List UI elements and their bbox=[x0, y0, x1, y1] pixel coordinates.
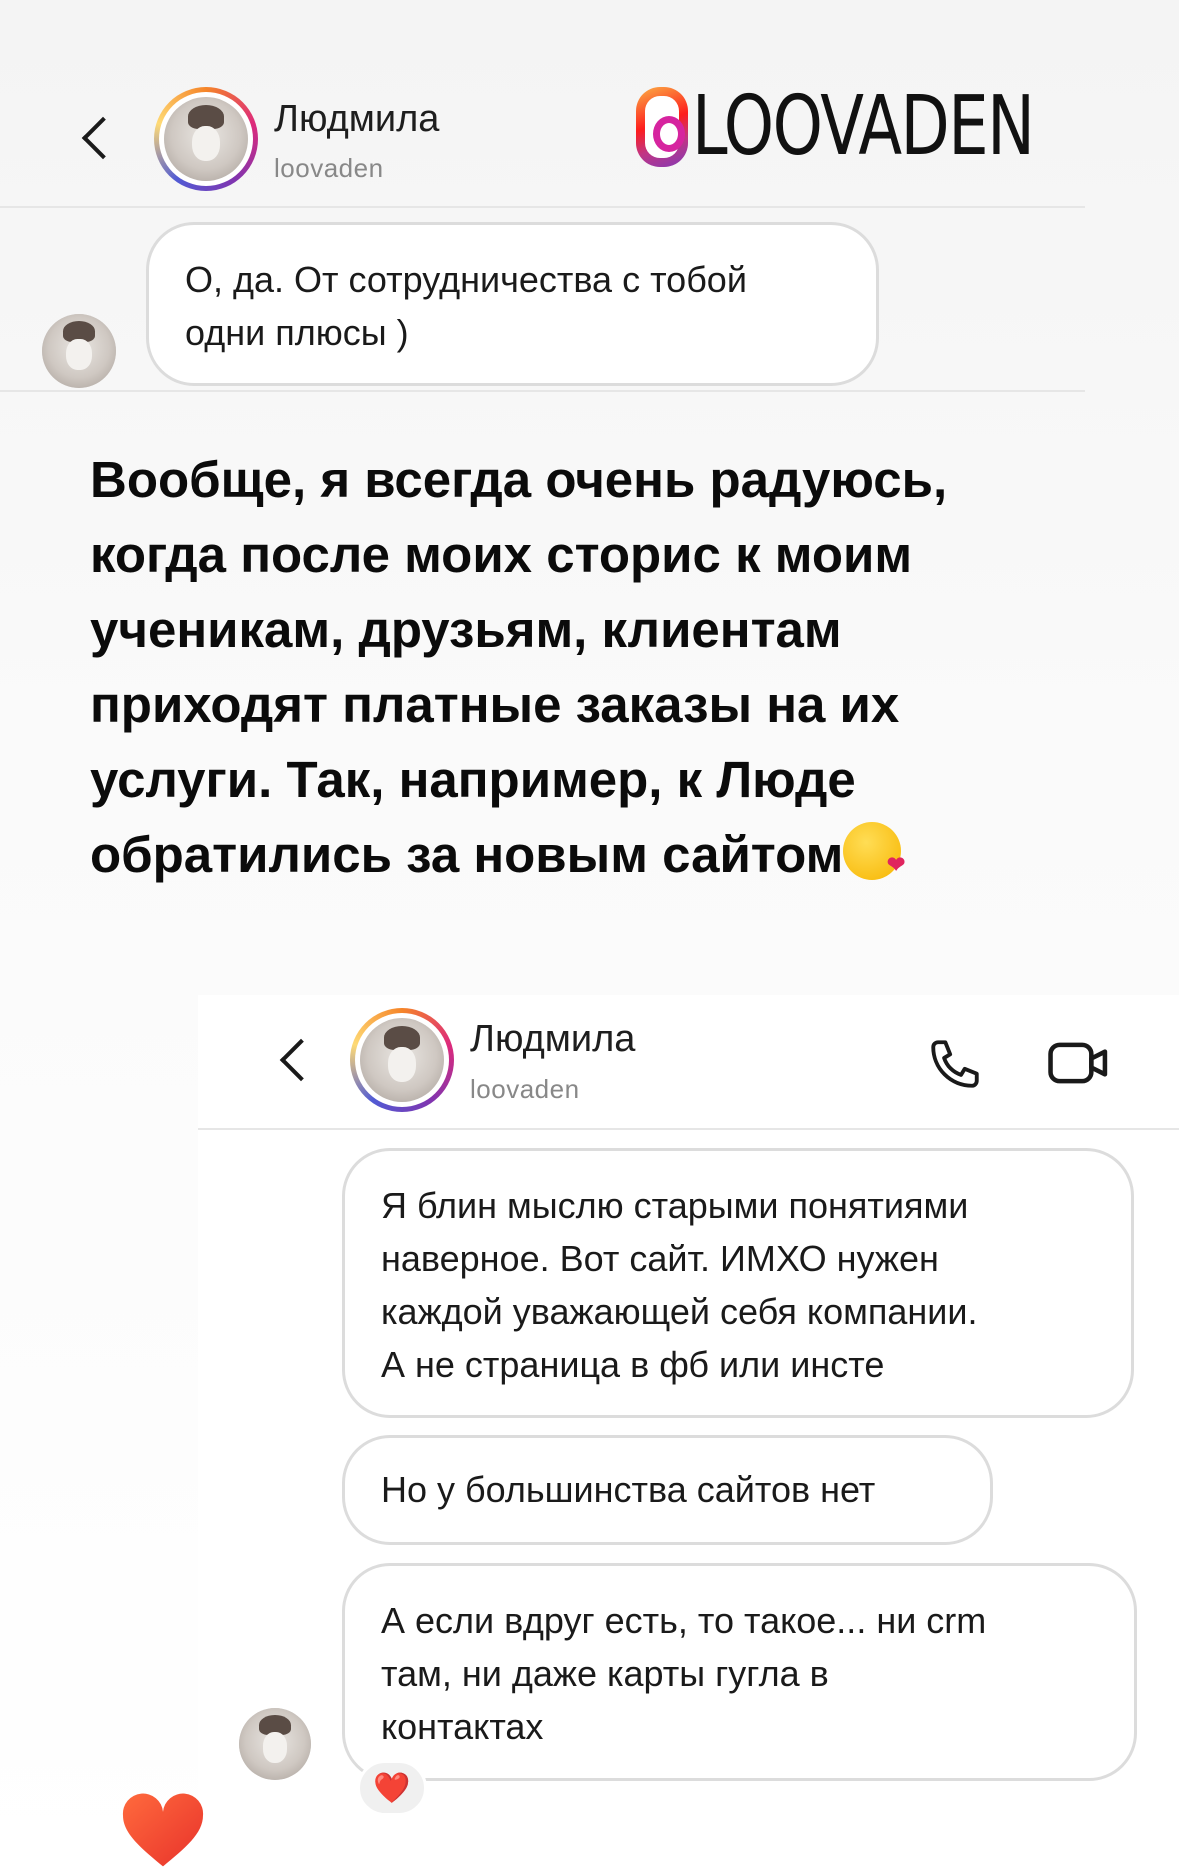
caption-line: ученикам, друзьям, клиентам bbox=[90, 601, 842, 658]
heart-icon: ❤️ bbox=[373, 1771, 411, 1805]
message-bubble: А если вдруг есть, то такое... ни crm та… bbox=[342, 1563, 1137, 1781]
heart-reaction[interactable]: ❤️ bbox=[357, 1760, 427, 1816]
story-caption: Вообще, я всегда очень радуюсь, когда по… bbox=[90, 442, 1090, 892]
avatar[interactable] bbox=[350, 1008, 454, 1112]
message-line: А если вдруг есть, то такое... ни crm bbox=[381, 1600, 987, 1641]
brand-logo: LOOVADEN bbox=[636, 82, 1130, 172]
message-line: одни плюсы ) bbox=[185, 312, 409, 353]
message-line: там, ни даже карты гугла в bbox=[381, 1653, 829, 1694]
caption-line: услуги. Так, например, к Люде bbox=[90, 751, 856, 808]
brand-text: LOOVADEN bbox=[692, 79, 1035, 174]
message-line: Но у большинства сайтов нет bbox=[381, 1469, 876, 1510]
contact-username: loovaden bbox=[274, 153, 384, 183]
contact-name: Людмила bbox=[470, 1018, 636, 1060]
caption-line: приходят платные заказы на их bbox=[90, 676, 900, 733]
caption-line: Вообще, я всегда очень радуюсь, bbox=[90, 451, 948, 508]
contact-name: Людмила bbox=[274, 98, 440, 140]
header-divider bbox=[198, 1128, 1179, 1130]
message-bubble: Я блин мыслю старыми понятиями наверное.… bbox=[342, 1148, 1134, 1418]
message-line: контактах bbox=[381, 1706, 544, 1747]
message-line: О, да. От сотрудничества с тобой bbox=[185, 259, 747, 300]
header-divider bbox=[0, 206, 1085, 208]
avatar[interactable] bbox=[154, 87, 258, 191]
contact-username: loovaden bbox=[470, 1074, 580, 1104]
threads-icon bbox=[636, 87, 688, 167]
video-icon[interactable] bbox=[1046, 1035, 1114, 1091]
phone-icon[interactable] bbox=[926, 1035, 984, 1093]
like-heart-icon[interactable] bbox=[118, 1790, 208, 1870]
caption-line: обратились за новым сайтом bbox=[90, 817, 1090, 892]
message-line: наверное. Вот сайт. ИМХО нужен bbox=[381, 1238, 939, 1279]
message-avatar bbox=[239, 1708, 311, 1780]
message-avatar bbox=[42, 314, 116, 388]
message-line: А не страница в фб или инсте bbox=[381, 1344, 885, 1385]
chat-divider bbox=[0, 390, 1085, 392]
caption-line: когда после моих сторис к моим bbox=[90, 526, 913, 583]
message-line: каждой уважающей себя компании. bbox=[381, 1291, 978, 1332]
face-blowing-kiss-emoji bbox=[843, 822, 905, 880]
message-line: Я блин мыслю старыми понятиями bbox=[381, 1185, 969, 1226]
caption-line-text: обратились за новым сайтом bbox=[90, 826, 844, 883]
message-bubble: Но у большинства сайтов нет bbox=[342, 1435, 993, 1545]
message-bubble: О, да. От сотрудничества с тобой одни пл… bbox=[146, 222, 879, 386]
